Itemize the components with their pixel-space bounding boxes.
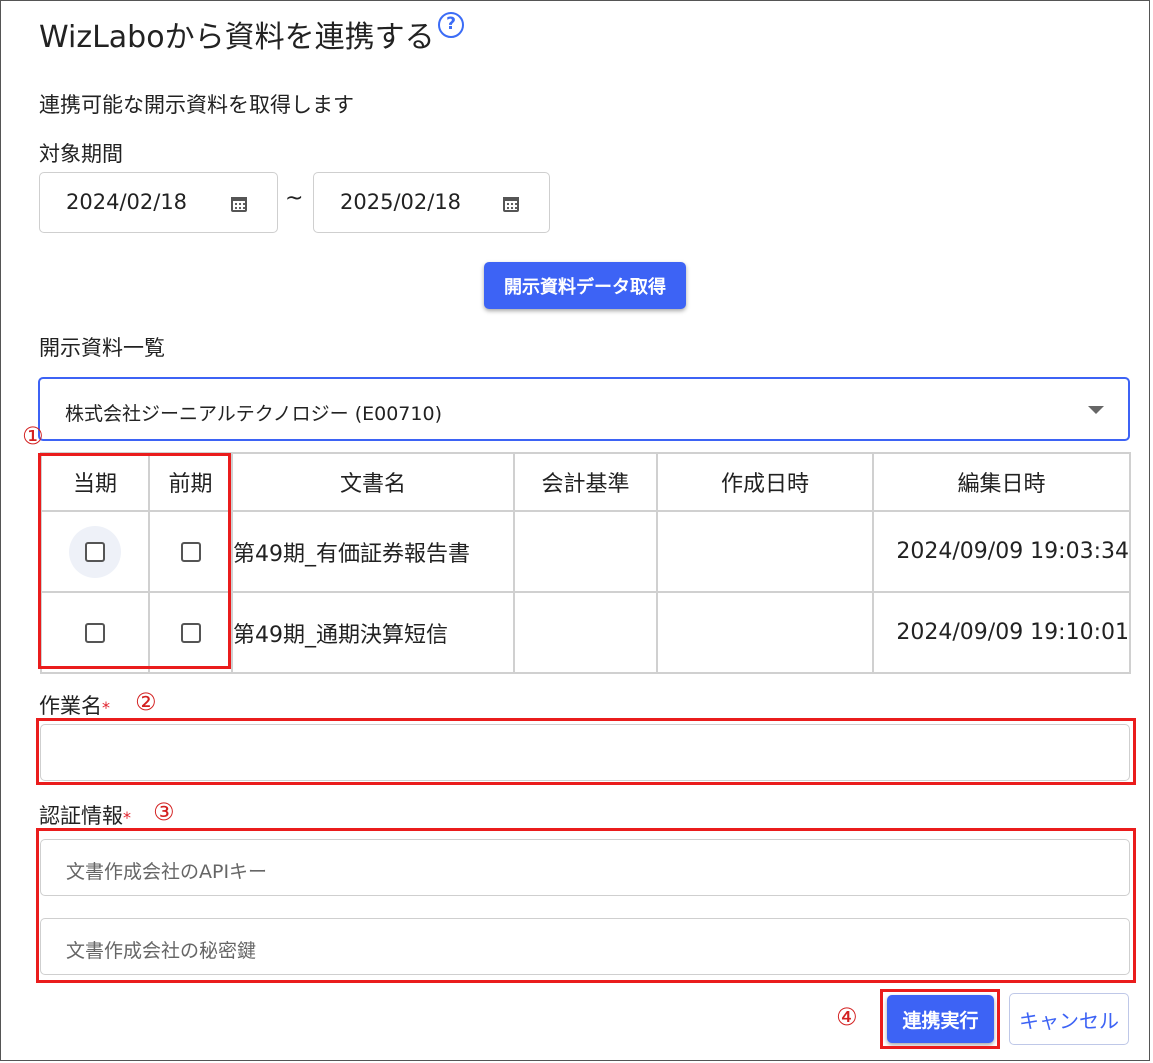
calendar-icon[interactable] [503, 197, 519, 212]
annotation-number-2: ② [135, 688, 157, 716]
company-select[interactable]: 株式会社ジーニアルテクノロジー (E00710) [38, 377, 1130, 441]
required-marker: * [102, 698, 110, 717]
edited-at: 2024/09/09 19:10:01 [872, 591, 1131, 674]
accounting-standard [513, 510, 658, 593]
start-date-field[interactable]: 2024/02/18 [39, 172, 278, 233]
date-range-separator: ~ [285, 186, 304, 211]
help-icon[interactable]: ? [438, 12, 464, 38]
accounting-standard [513, 591, 658, 674]
column-header-edited-at: 編集日時 [872, 452, 1131, 512]
created-at [656, 510, 874, 593]
annotation-number-1: ① [22, 422, 44, 450]
annotation-box-1 [38, 453, 231, 669]
task-name-label-text: 作業名 [39, 694, 102, 718]
dialog-title: WizLaboから資料を連携する [39, 20, 435, 55]
description-text: 連携可能な開示資料を取得します [39, 93, 354, 117]
chevron-down-icon [1088, 406, 1104, 414]
fetch-documents-button[interactable]: 開示資料データ取得 [484, 262, 686, 309]
annotation-box-4 [880, 989, 1000, 1049]
start-date-value: 2024/02/18 [66, 190, 188, 214]
cancel-button[interactable]: キャンセル [1009, 993, 1129, 1045]
task-name-label: 作業名* [39, 690, 110, 720]
created-at [656, 591, 874, 674]
annotation-number-3: ③ [153, 798, 175, 826]
end-date-value: 2025/02/18 [340, 190, 462, 214]
column-header-created-at: 作成日時 [656, 452, 874, 512]
annotation-box-2 [36, 718, 1136, 785]
document-list-label: 開示資料一覧 [39, 336, 165, 360]
auth-label: 認証情報* [39, 800, 131, 830]
annotation-box-3 [36, 828, 1136, 983]
column-header-accounting-standard: 会計基準 [513, 452, 658, 512]
column-header-document-name: 文書名 [231, 452, 515, 512]
calendar-icon[interactable] [231, 197, 247, 212]
annotation-number-4: ④ [836, 1003, 858, 1031]
edited-at: 2024/09/09 19:03:34 [872, 510, 1131, 593]
required-marker: * [123, 808, 131, 827]
period-label: 対象期間 [39, 142, 123, 166]
document-name: 第49期_有価証券報告書 [231, 510, 515, 593]
end-date-field[interactable]: 2025/02/18 [313, 172, 550, 233]
company-select-value: 株式会社ジーニアルテクノロジー (E00710) [65, 403, 442, 425]
document-name: 第49期_通期決算短信 [231, 591, 515, 674]
auth-label-text: 認証情報 [39, 804, 123, 828]
